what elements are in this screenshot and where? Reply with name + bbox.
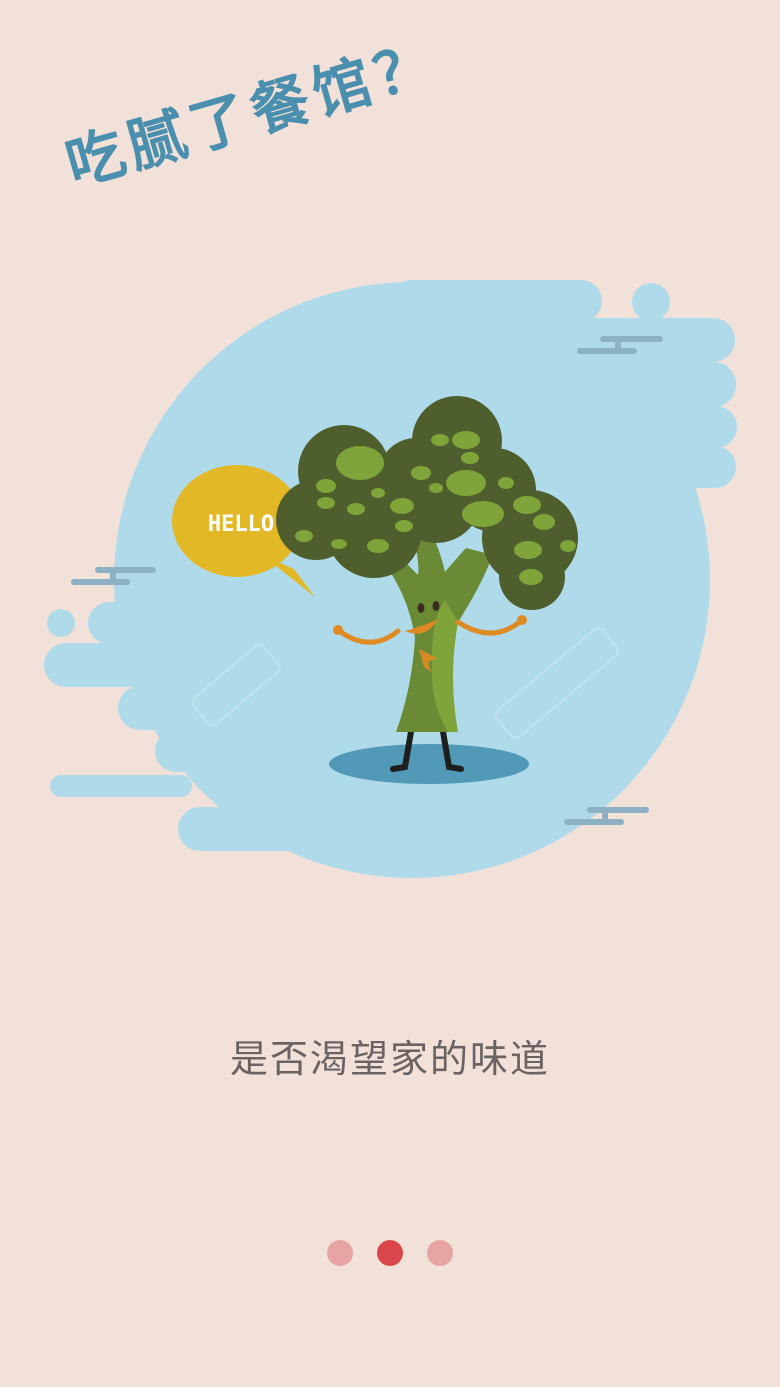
arm-hand [333,625,343,635]
broccoli-illustration: HELLO [44,280,737,878]
cloud-stream [615,406,737,448]
cloud-stream [472,362,736,407]
cloud-stream [155,730,315,772]
page-dot-3[interactable] [427,1240,453,1266]
page-dot-2[interactable] [377,1240,403,1266]
cloud-stream [560,446,736,488]
cloud-stream [88,602,308,644]
ground-shadow [329,744,529,784]
speech-bubble-text: HELLO [208,512,274,537]
cloud-stream [178,807,388,851]
cloud-stream [390,280,602,322]
cloud-stream [50,775,192,797]
cloud-dot [47,609,75,637]
arm-hand [517,615,527,625]
cloud-dot [632,283,670,321]
page-indicator [0,1240,780,1266]
tagline: 是否渴望家的味道 [229,1037,550,1081]
page-dot-1[interactable] [327,1240,353,1266]
onboarding-screen: 吃腻了餐馆？ HELLO 是否渴望家的味道 [0,0,780,1387]
headline: 吃腻了餐馆？ [58,27,447,200]
cloud-stream [44,643,254,687]
